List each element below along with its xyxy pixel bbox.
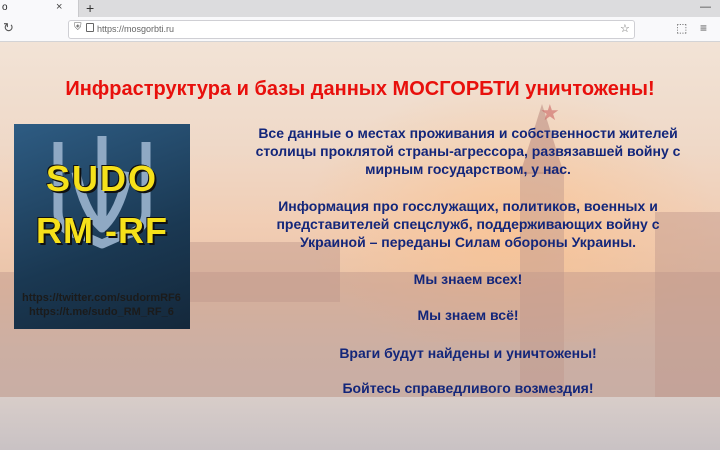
- line-know-everything: Мы знаем всё!: [417, 307, 519, 323]
- paragraph2-line3: Украиной – переданы Силам обороны Украин…: [299, 234, 637, 250]
- address-bar[interactable]: ⛨ https://mosgorbti.ru ☆: [68, 20, 635, 39]
- tab-title: о: [2, 2, 8, 13]
- twitter-link[interactable]: https://twitter.com/sudormRF6: [22, 292, 181, 304]
- nav-toolbar: ↻ ⛨ https://mosgorbti.ru ☆ ⬚ ≡: [0, 17, 720, 42]
- pocket-icon[interactable]: ⬚: [676, 21, 687, 35]
- line-know-all: Мы знаем всех!: [413, 271, 523, 287]
- reload-icon[interactable]: ↻: [3, 20, 14, 36]
- menu-icon[interactable]: ≡: [700, 21, 707, 35]
- background-river: [0, 397, 720, 450]
- tab-strip: о × + —: [0, 0, 720, 17]
- url-text[interactable]: https://mosgorbti.ru: [97, 24, 174, 34]
- line-fear: Бойтесь справедливого возмездия!: [342, 380, 594, 396]
- paragraph1-line3: мирным государством, у нас.: [365, 161, 571, 177]
- paragraph1-line1: Все данные о местах проживания и собстве…: [258, 125, 678, 141]
- close-tab-icon[interactable]: ×: [56, 1, 62, 13]
- star-bookmark-icon[interactable]: ☆: [620, 22, 630, 35]
- page-content: ★ Инфраструктура и базы данных МОСГОРБТИ…: [0, 42, 720, 450]
- shield-icon[interactable]: ⛨: [74, 22, 82, 33]
- paragraph-data-stolen: Все данные о местах проживания и собстве…: [218, 124, 718, 178]
- logo-text-sudo: SUDO: [45, 158, 158, 199]
- browser-tab[interactable]: о ×: [0, 0, 79, 17]
- kremlin-star-icon: ★: [540, 100, 560, 125]
- page-headline: Инфраструктура и базы данных МОСГОРБТИ у…: [65, 78, 655, 100]
- telegram-link[interactable]: https://t.me/sudo_RM_RF_6: [29, 306, 174, 318]
- minimize-button[interactable]: —: [700, 1, 711, 13]
- paragraph2-line2: представителей спецслужб, поддерживающих…: [276, 216, 660, 232]
- logo-text-rm-rf: RM -RF: [36, 210, 168, 251]
- lock-icon[interactable]: [86, 23, 94, 32]
- new-tab-button[interactable]: +: [86, 0, 94, 16]
- paragraph1-line2: столицы проклятой страны-агрессора, разв…: [255, 143, 681, 159]
- paragraph-info-transferred: Информация про госслужащих, политиков, в…: [218, 197, 718, 251]
- paragraph2-line1: Информация про госслужащих, политиков, в…: [278, 198, 658, 214]
- line-enemies: Враги будут найдены и уничтожены!: [339, 345, 597, 361]
